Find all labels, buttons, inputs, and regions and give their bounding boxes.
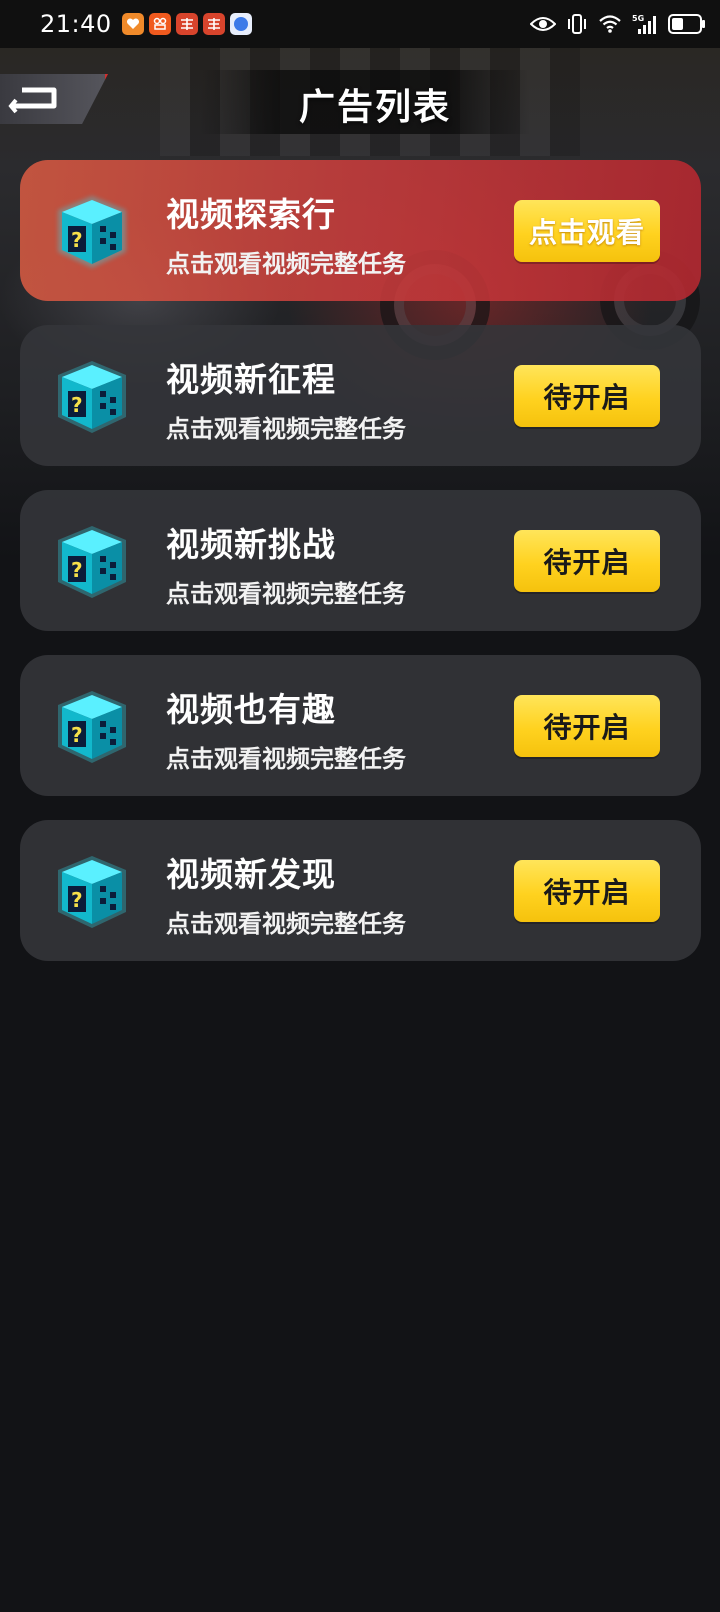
vibrate-icon [566, 13, 588, 35]
taobao-icon [175, 13, 198, 35]
ad-title: 视频新征程 [166, 360, 336, 399]
screen: 21:40 5G 广告列表 ? 视频探索行 点击观看视频完整任务 点击观看 ? … [0, 0, 720, 1612]
ad-card: ? 视频新发现 点击观看视频完整任务 待开启 [20, 820, 701, 961]
status-time: 21:40 [40, 10, 112, 38]
svg-text:?: ? [71, 393, 83, 417]
watch-button[interactable]: 点击观看 [514, 200, 660, 262]
ad-subtitle: 点击观看视频完整任务 [166, 250, 406, 278]
ad-card: ? 视频新征程 点击观看视频完整任务 待开启 [20, 325, 701, 466]
svg-text:?: ? [71, 228, 83, 252]
pending-button[interactable]: 待开启 [514, 860, 660, 922]
page-title: 广告列表 [298, 87, 451, 128]
mystery-box-icon: ? [52, 687, 132, 767]
ad-list: ? 视频探索行 点击观看视频完整任务 点击观看 ? 视频新征程 点击观看视频完整… [20, 160, 701, 985]
mystery-box-icon: ? [52, 192, 132, 272]
taobao-icon [202, 13, 225, 35]
ad-subtitle: 点击观看视频完整任务 [166, 745, 406, 773]
eye-icon [530, 15, 556, 33]
pending-button[interactable]: 待开启 [514, 530, 660, 592]
mystery-box-icon: ? [52, 852, 132, 932]
status-bar: 21:40 5G [0, 0, 720, 48]
ad-title: 视频新挑战 [166, 525, 336, 564]
mystery-box-icon: ? [52, 357, 132, 437]
ad-subtitle: 点击观看视频完整任务 [166, 580, 406, 608]
ad-card: ? 视频新挑战 点击观看视频完整任务 待开启 [20, 490, 701, 631]
svg-text:?: ? [71, 723, 83, 747]
status-icons: 5G [530, 13, 706, 35]
mystery-box-icon: ? [52, 522, 132, 602]
ad-card: ? 视频也有趣 点击观看视频完整任务 待开启 [20, 655, 701, 796]
svg-text:?: ? [71, 888, 83, 912]
svg-text:5G: 5G [632, 14, 644, 23]
ad-card: ? 视频探索行 点击观看视频完整任务 点击观看 [20, 160, 701, 301]
pending-button[interactable]: 待开启 [514, 365, 660, 427]
ad-title: 视频探索行 [166, 195, 336, 234]
ad-subtitle: 点击观看视频完整任务 [166, 415, 406, 443]
header: 广告列表 [0, 48, 720, 168]
pending-button[interactable]: 待开启 [514, 695, 660, 757]
app-icon [148, 13, 171, 35]
ad-title: 视频也有趣 [166, 690, 336, 729]
cellular-5g-icon: 5G [632, 13, 658, 35]
battery-icon [668, 14, 706, 34]
wifi-icon [598, 14, 622, 34]
ad-subtitle: 点击观看视频完整任务 [166, 910, 406, 938]
ad-title: 视频新发现 [166, 855, 336, 894]
svg-text:?: ? [71, 558, 83, 582]
heart-app-icon [121, 13, 144, 35]
blue-dot-app-icon [229, 13, 252, 35]
